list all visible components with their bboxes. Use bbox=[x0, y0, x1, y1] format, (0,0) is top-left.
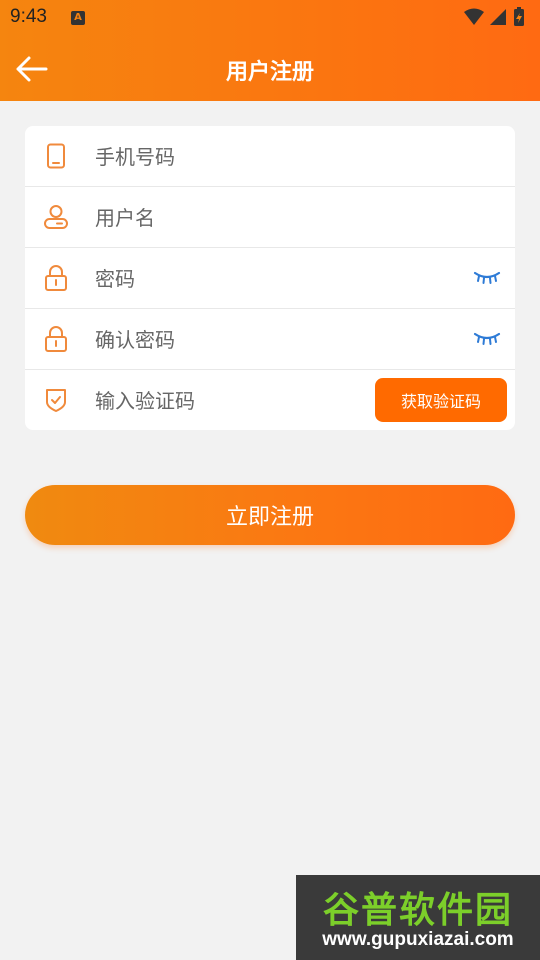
status-time: 9:43 bbox=[10, 6, 47, 27]
app-header: 9:43 A 用户注册 bbox=[0, 0, 540, 101]
watermark-url: www.gupuxiazai.com bbox=[322, 929, 514, 950]
username-input[interactable] bbox=[93, 201, 397, 235]
notification-badge-icon: A bbox=[71, 11, 85, 25]
lock-icon bbox=[43, 326, 69, 352]
watermark: 谷普软件园 www.gupuxiazai.com bbox=[296, 875, 540, 960]
watermark-title: 谷普软件园 bbox=[322, 890, 513, 931]
page-title: 用户注册 bbox=[225, 60, 314, 85]
registration-form: 获取验证码 bbox=[25, 126, 515, 430]
confirm-password-input[interactable] bbox=[93, 323, 397, 357]
register-button[interactable]: 立即注册 bbox=[25, 485, 515, 545]
eye-closed-icon[interactable] bbox=[473, 267, 501, 289]
status-bar: 9:43 A bbox=[0, 0, 540, 36]
eye-closed-icon[interactable] bbox=[473, 328, 501, 350]
wifi-signal-battery-icon bbox=[464, 7, 524, 26]
phone-input[interactable] bbox=[93, 140, 397, 174]
password-input[interactable] bbox=[93, 262, 397, 296]
lock-icon bbox=[43, 265, 69, 291]
user-icon bbox=[43, 204, 69, 230]
shield-icon bbox=[43, 387, 69, 413]
confirm-password-row bbox=[25, 309, 515, 370]
username-row bbox=[25, 187, 515, 248]
password-row bbox=[25, 248, 515, 309]
phone-icon bbox=[43, 143, 69, 169]
verification-code-row: 获取验证码 bbox=[25, 370, 515, 430]
get-code-button[interactable]: 获取验证码 bbox=[375, 378, 507, 422]
verification-code-input[interactable] bbox=[93, 384, 317, 418]
status-icons bbox=[462, 7, 532, 33]
phone-row bbox=[25, 126, 515, 187]
